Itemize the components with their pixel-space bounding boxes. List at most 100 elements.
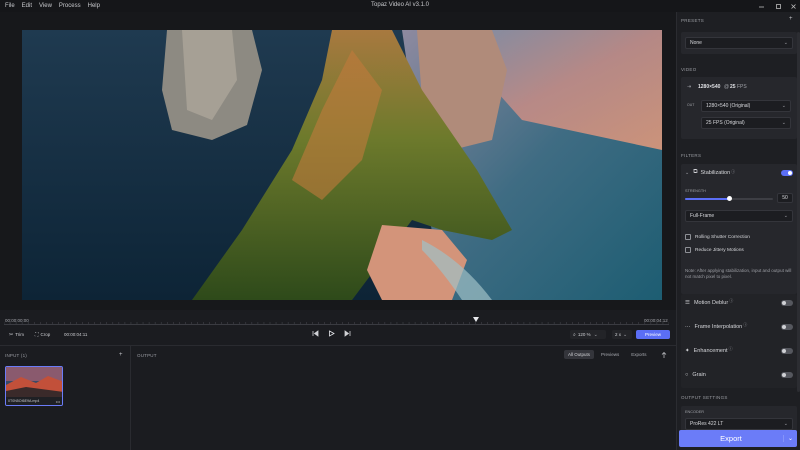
frame-interpolation-icon: ⋯ (685, 324, 691, 330)
speed-select[interactable]: 2 x ⌄ (612, 330, 632, 339)
filter-enhancement[interactable]: ✦ Enhancement ⓘ (685, 346, 793, 356)
chevron-down-icon: ⌄ (783, 40, 788, 46)
motion-deblur-toggle[interactable] (781, 300, 793, 306)
close-button[interactable] (786, 1, 800, 11)
strength-slider[interactable] (685, 196, 773, 201)
playhead-icon (473, 317, 480, 322)
presets-card: None ⌄ (681, 32, 797, 54)
filters-heading: FILTERS (681, 153, 702, 158)
trim-label: Trim (15, 332, 25, 337)
chevron-down-icon: ⌄ (781, 103, 786, 109)
filter-motion-deblur[interactable]: ☰ Motion Deblur ⓘ (685, 298, 793, 308)
info-icon[interactable]: ⓘ (743, 322, 747, 328)
trim-button[interactable]: ✂ Trim (6, 330, 27, 339)
stabilization-icon: ⧉ (693, 169, 698, 175)
frame-interpolation-toggle[interactable] (781, 324, 793, 330)
stabilization-toggle[interactable] (781, 169, 793, 176)
add-preset-icon[interactable]: + (789, 16, 793, 22)
scissors-icon: ✂ (9, 331, 14, 338)
strength-slider-fill (685, 198, 729, 200)
fps-select[interactable]: 25 FPS (Original) ⌄ (701, 117, 791, 129)
rolling-shutter-checkbox[interactable] (685, 234, 691, 240)
play-icon[interactable] (328, 330, 335, 337)
stabilization-mode-select[interactable]: Full-Frame ⌄ (685, 210, 793, 222)
strength-slider-handle[interactable] (726, 196, 732, 201)
title-bar: File Edit View Process Help Topaz Video … (0, 0, 800, 12)
chevron-down-icon[interactable]: ⌄ (783, 435, 797, 442)
input-file-name: 0T0N5OI6E9A.mp4 (8, 399, 40, 403)
stabilization-note: Note: After applying stabilization, inpu… (685, 268, 792, 279)
info-icon[interactable]: ⓘ (731, 169, 735, 175)
input-thumbnail-image (6, 367, 62, 397)
output-settings-heading: OUTPUT SETTINGS (681, 395, 728, 400)
resolution-select[interactable]: 1280×540 (Original) ⌄ (701, 100, 791, 112)
out-label: OUT (687, 103, 695, 107)
resolution-value: 1280×540 (Original) (706, 103, 751, 109)
export-label: Export (720, 434, 742, 443)
jittery-checkbox[interactable] (685, 247, 691, 253)
tab-exports[interactable]: Exports (626, 350, 651, 359)
zoom-select[interactable]: ⌕ 120 % ⌄ (570, 330, 606, 339)
timeline-bar: 00:00:00:00 00:00:04:12 ✂ Trim ⛶ Crop 00… (0, 310, 676, 345)
playhead-marker[interactable] (473, 317, 480, 323)
add-input-icon[interactable]: + (119, 352, 123, 358)
info-icon[interactable]: ⓘ (729, 298, 733, 304)
video-viewer (0, 12, 676, 310)
menu-help[interactable]: Help (88, 3, 100, 9)
rolling-shutter-option[interactable]: Rolling Shutter Correction (685, 234, 750, 240)
timeline-ticks (4, 322, 669, 324)
filter-frame-interpolation[interactable]: ⋯ Frame Interpolation ⓘ (685, 322, 793, 332)
stabilization-header[interactable]: ⌄ ⧉ Stabilization ⓘ (685, 169, 793, 176)
close-icon (790, 3, 796, 9)
export-button[interactable]: Export ⌄ (679, 430, 797, 447)
tab-all-outputs[interactable]: All Outputs (564, 350, 595, 359)
encoder-select[interactable]: ProRes 422 LT ⌄ (685, 418, 793, 430)
preview-label: Preview (644, 332, 661, 337)
chevron-down-icon: ⌄ (781, 120, 786, 126)
more-icon[interactable]: ••• (56, 399, 60, 404)
encoder-label: ENCODER (685, 410, 704, 414)
menu-view[interactable]: View (39, 3, 52, 9)
chevron-down-icon: ⌄ (783, 213, 788, 219)
input-thumbnail[interactable]: 0T0N5OI6E9A.mp4 ••• (5, 366, 63, 406)
current-time: 00:00:04:11 (64, 332, 88, 337)
rolling-shutter-label: Rolling Shutter Correction (695, 234, 750, 240)
menu-edit[interactable]: Edit (22, 3, 32, 9)
minimize-icon (758, 6, 764, 7)
step-back-icon[interactable] (312, 330, 319, 337)
minimize-button[interactable] (754, 1, 768, 11)
motion-deblur-label: Motion Deblur (693, 300, 729, 306)
frame-interpolation-label: Frame Interpolation (694, 324, 743, 330)
input-output-area: INPUT (1) + 0T0N5OI6E9A.mp4 ••• OUTPUT A… (0, 345, 676, 450)
fps-value: 25 FPS (Original) (706, 120, 745, 126)
menu-process[interactable]: Process (59, 3, 81, 9)
menu-file[interactable]: File (5, 3, 15, 9)
video-frame[interactable] (22, 30, 662, 300)
source-resolution: 1280×540 (698, 84, 721, 90)
enhancement-toggle[interactable] (781, 348, 793, 354)
jittery-option[interactable]: Reduce Jittery Motions (685, 247, 744, 253)
grain-toggle[interactable] (781, 372, 793, 378)
sparkle-icon: ✦ (685, 348, 690, 354)
video-heading: VIDEO (681, 67, 697, 72)
preset-value: None (690, 40, 702, 46)
filter-grain[interactable]: ○ Grain (685, 370, 793, 380)
crop-button[interactable]: ⛶ Crop (32, 330, 53, 339)
maximize-button[interactable] (771, 1, 785, 11)
source-fps: 25 (730, 84, 736, 90)
output-panel: OUTPUT All Outputs Previews Exports (132, 346, 676, 450)
preset-select[interactable]: None ⌄ (685, 37, 793, 49)
info-icon[interactable]: ⓘ (729, 346, 733, 352)
tab-previews[interactable]: Previews (596, 350, 624, 359)
presets-heading: PRESETS (681, 18, 705, 23)
strength-value[interactable]: 50 (777, 193, 793, 203)
grain-label: Grain (692, 372, 706, 378)
stabilization-mode-value: Full-Frame (690, 213, 715, 219)
export-arrow-icon[interactable] (661, 352, 667, 359)
enhancement-label: Enhancement (693, 348, 728, 354)
zoom-value: 120 % (577, 332, 591, 337)
step-forward-icon[interactable] (344, 330, 351, 337)
video-card: ⇥ 1280×540 @ 25 FPS OUT 1280×540 (Origin… (681, 77, 797, 139)
encoder-value: ProRes 422 LT (690, 421, 724, 427)
preview-button[interactable]: Preview (636, 330, 670, 339)
